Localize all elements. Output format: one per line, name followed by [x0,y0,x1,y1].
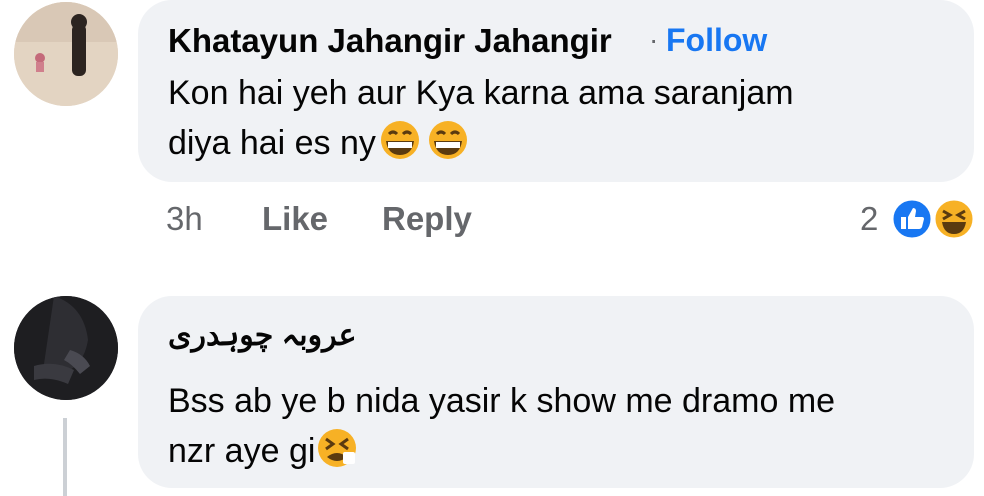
comment-bubble: Khatayun Jahangir Jahangir · Follow Kon … [138,0,974,182]
grinning-face-icon [376,120,424,174]
laughing-face-icon [932,197,976,241]
avatar[interactable] [14,2,118,106]
like-icon [890,197,934,241]
reaction-count[interactable]: 2 [860,200,878,238]
tired-face-icon [315,428,359,482]
comment-text: Kon hai yeh aur Kya karna ama saranjam d… [168,68,794,174]
comment-timestamp[interactable]: 3h [166,200,203,238]
comment-text-fragment: diya hai es ny [168,124,376,162]
separator-dot: · [649,24,659,55]
follow-button[interactable]: Follow [666,22,767,59]
comment-text-line: Kon hai yeh aur Kya karna ama saranjam [168,74,794,112]
avatar[interactable] [14,296,118,400]
comment-text-line-2: nzr aye gi [168,426,835,482]
thread-line [63,418,67,496]
comment-author[interactable]: Khatayun Jahangir Jahangir [168,22,612,60]
grinning-face-icon [424,120,472,174]
reactions-summary[interactable] [888,196,978,242]
comment-text-fragment: nzr aye gi [168,432,316,470]
comment-author[interactable]: عروبہ چوہدری [168,318,357,353]
comment-text-line: Bss ab ye b nida yasir k show me dramo m… [168,382,836,420]
comment-text-line-2: diya hai es ny [168,118,794,174]
like-button[interactable]: Like [262,200,328,238]
reply-button[interactable]: Reply [382,200,472,238]
comment-text: Bss ab ye b nida yasir k show me dramo m… [168,376,835,482]
